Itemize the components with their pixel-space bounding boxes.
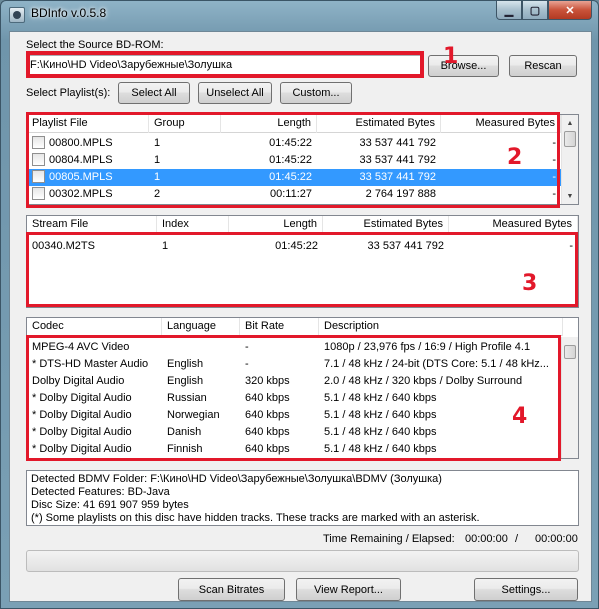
app-window: BDInfo v.0.5.8 ▁ ▢ ✕ Select the Source B… [0, 0, 599, 609]
minimize-button[interactable]: ▁ [496, 1, 522, 20]
codec-scrollbar[interactable] [561, 337, 578, 458]
info-line: (*) Some playlists on this disc have hid… [31, 512, 480, 524]
settings-button[interactable]: Settings... [474, 578, 578, 601]
scan-bitrates-button[interactable]: Scan Bitrates [178, 578, 285, 601]
maximize-icon: ▢ [529, 4, 541, 17]
custom-button[interactable]: Custom... [280, 82, 352, 104]
info-line: Disc Size: 41 691 907 959 bytes [31, 499, 189, 511]
time-label: Time Remaining / Elapsed: [323, 533, 455, 545]
scroll-up-icon[interactable]: ▲ [562, 115, 578, 131]
select-all-button[interactable]: Select All [118, 82, 190, 104]
rescan-button[interactable]: Rescan [509, 55, 577, 77]
info-line: Detected BDMV Folder: F:\Кино\HD Video\З… [31, 473, 442, 485]
close-button[interactable]: ✕ [548, 1, 592, 20]
app-icon [9, 7, 25, 23]
info-line: Detected Features: BD-Java [31, 486, 170, 498]
time-elapsed: 00:00:00 [535, 533, 578, 545]
title-bar[interactable]: BDInfo v.0.5.8 ▁ ▢ ✕ [1, 1, 598, 29]
window-title: BDInfo v.0.5.8 [31, 6, 107, 20]
window-controls: ▁ ▢ ✕ [496, 1, 592, 20]
annotation-number-1: 1 [443, 44, 459, 69]
annotation-box-3 [26, 232, 578, 307]
annotation-box-2 [26, 112, 560, 208]
annotation-number-3: 3 [522, 271, 538, 296]
scroll-thumb[interactable] [564, 345, 576, 359]
maximize-button[interactable]: ▢ [522, 1, 548, 20]
annotation-number-4: 4 [512, 404, 528, 429]
annotation-box-4 [26, 335, 561, 461]
col-codec[interactable]: Codec [27, 318, 162, 336]
col-description[interactable]: Description [319, 318, 563, 336]
scan-progress-bar [26, 550, 579, 572]
col-bit-rate[interactable]: Bit Rate [240, 318, 319, 336]
disc-info-text[interactable]: Detected BDMV Folder: F:\Кино\HD Video\З… [26, 470, 579, 526]
close-icon: ✕ [565, 4, 575, 17]
view-report-button[interactable]: View Report... [296, 578, 401, 601]
col-language[interactable]: Language [162, 318, 240, 336]
time-remaining: 00:00:00 [465, 533, 508, 545]
scroll-thumb[interactable] [564, 131, 576, 147]
minimize-icon: ▁ [504, 4, 514, 17]
annotation-number-2: 2 [507, 145, 523, 170]
annotation-box-1 [26, 51, 424, 78]
unselect-all-button[interactable]: Unselect All [198, 82, 272, 104]
source-label: Select the Source BD-ROM: [26, 39, 164, 51]
browse-button[interactable]: Browse... [428, 55, 499, 77]
codec-header: Codec Language Bit Rate Description [27, 318, 563, 336]
time-separator: / [515, 533, 519, 545]
playlist-scrollbar[interactable]: ▲ ▼ [561, 115, 578, 204]
playlists-label: Select Playlist(s): [26, 87, 111, 99]
scroll-down-icon[interactable]: ▼ [562, 188, 578, 204]
